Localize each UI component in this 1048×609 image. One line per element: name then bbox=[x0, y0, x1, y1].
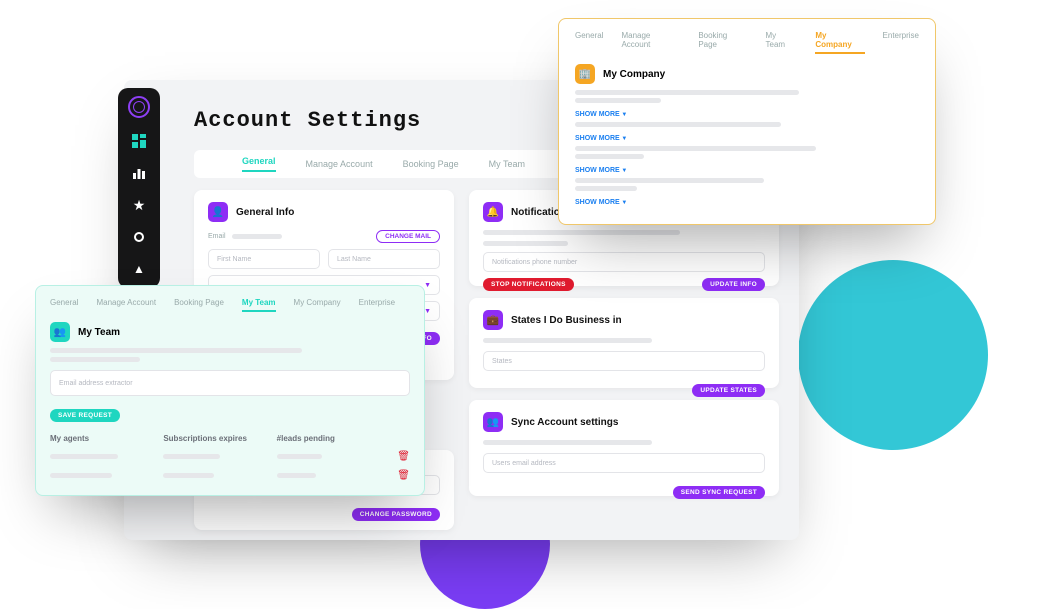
co-sk bbox=[575, 154, 644, 159]
nav-star-icon[interactable]: ★ bbox=[130, 196, 148, 214]
co-sk bbox=[575, 90, 799, 95]
sync-title: Sync Account settings bbox=[511, 417, 618, 428]
show-more-3[interactable]: SHOW MORE bbox=[575, 167, 919, 174]
states-input[interactable]: States bbox=[483, 351, 765, 371]
sync-card: 👥 Sync Account settings Users email addre… bbox=[469, 400, 779, 496]
page-title: Account Settings bbox=[194, 108, 421, 133]
notif-skeleton-2 bbox=[483, 241, 568, 246]
co-tab-enterprise[interactable]: Enterprise bbox=[883, 31, 919, 54]
co-sk bbox=[575, 186, 637, 191]
states-title: States I Do Business in bbox=[511, 315, 622, 326]
company-card-icon: 🏢 bbox=[575, 64, 595, 84]
col-leads: #leads pending bbox=[277, 434, 390, 443]
send-sync-button[interactable]: SEND SYNC REQUEST bbox=[673, 486, 765, 499]
team-tab-enterprise[interactable]: Enterprise bbox=[359, 298, 395, 312]
nav-stats-icon[interactable] bbox=[130, 164, 148, 182]
show-more-2[interactable]: SHOW MORE bbox=[575, 135, 919, 142]
company-card-title: My Company bbox=[603, 69, 665, 80]
sync-skeleton bbox=[483, 440, 652, 445]
table-row: 🗑 bbox=[50, 470, 410, 481]
team-skeleton-1 bbox=[50, 348, 302, 353]
tab-my-team[interactable]: My Team bbox=[489, 159, 525, 169]
col-subs: Subscriptions expires bbox=[163, 434, 276, 443]
team-card-icon: 👥 bbox=[50, 322, 70, 342]
team-tab-bar: General Manage Account Booking Page My T… bbox=[50, 298, 410, 312]
nav-triangle-icon[interactable]: ▲ bbox=[130, 260, 148, 278]
sync-email-input[interactable]: Users email address bbox=[483, 453, 765, 473]
col-agents: My agents bbox=[50, 434, 163, 443]
team-tab-manage[interactable]: Manage Account bbox=[96, 298, 156, 312]
team-tab-myteam[interactable]: My Team bbox=[242, 298, 276, 312]
delete-row-icon[interactable]: 🗑 bbox=[390, 470, 410, 481]
briefcase-icon: 💼 bbox=[483, 310, 503, 330]
update-states-button[interactable]: UPDATE STATES bbox=[692, 384, 765, 397]
change-mail-button[interactable]: CHANGE MAIL bbox=[376, 230, 440, 243]
show-more-4[interactable]: SHOW MORE bbox=[575, 199, 919, 206]
co-tab-booking[interactable]: Booking Page bbox=[698, 31, 747, 54]
user-icon: 👤 bbox=[208, 202, 228, 222]
company-tab-bar: General Manage Account Booking Page My T… bbox=[575, 31, 919, 54]
decor-circle-teal bbox=[798, 260, 988, 450]
team-icon: 👥 bbox=[483, 412, 503, 432]
co-tab-manage[interactable]: Manage Account bbox=[621, 31, 680, 54]
notif-phone-input[interactable]: Notifications phone number bbox=[483, 252, 765, 272]
email-extractor-input[interactable]: Email address extractor bbox=[50, 370, 410, 396]
tab-general[interactable]: General bbox=[242, 156, 276, 172]
delete-row-icon[interactable]: 🗑 bbox=[390, 451, 410, 462]
update-notif-button[interactable]: UPDATE INFO bbox=[702, 278, 765, 291]
tab-manage-account[interactable]: Manage Account bbox=[306, 159, 373, 169]
team-tab-general[interactable]: General bbox=[50, 298, 78, 312]
team-table-header: My agents Subscriptions expires #leads p… bbox=[50, 434, 410, 443]
co-tab-team[interactable]: My Team bbox=[766, 31, 798, 54]
nav-dashboard-icon[interactable] bbox=[130, 132, 148, 150]
stop-notifications-button[interactable]: STOP NOTIFICATIONS bbox=[483, 278, 574, 291]
co-tab-company[interactable]: My Company bbox=[815, 31, 864, 54]
co-tab-general[interactable]: General bbox=[575, 31, 603, 54]
notif-skeleton-1 bbox=[483, 230, 680, 235]
my-team-panel: General Manage Account Booking Page My T… bbox=[35, 285, 425, 496]
states-skeleton bbox=[483, 338, 652, 343]
my-company-panel: General Manage Account Booking Page My T… bbox=[558, 18, 936, 225]
email-label: Email bbox=[208, 233, 226, 240]
co-sk bbox=[575, 146, 816, 151]
email-value bbox=[232, 234, 282, 239]
logo-icon[interactable] bbox=[128, 96, 150, 118]
table-row: 🗑 bbox=[50, 451, 410, 462]
first-name-input[interactable]: First Name bbox=[208, 249, 320, 269]
sidebar: ★ ▲ bbox=[118, 88, 160, 288]
states-card: 💼States I Do Business in States UPDATE S… bbox=[469, 298, 779, 388]
team-card-title: My Team bbox=[78, 327, 120, 338]
team-skeleton-2 bbox=[50, 357, 140, 362]
co-sk bbox=[575, 98, 661, 103]
last-name-input[interactable]: Last Name bbox=[328, 249, 440, 269]
bell-icon: 🔔 bbox=[483, 202, 503, 222]
change-password-button[interactable]: CHANGE PASSWORD bbox=[352, 508, 440, 521]
co-sk bbox=[575, 178, 764, 183]
show-more-1[interactable]: SHOW MORE bbox=[575, 111, 919, 118]
nav-circle-icon[interactable] bbox=[130, 228, 148, 246]
team-tab-booking[interactable]: Booking Page bbox=[174, 298, 224, 312]
save-request-button[interactable]: SAVE REQUEST bbox=[50, 409, 120, 422]
co-sk bbox=[575, 122, 781, 127]
tab-booking-page[interactable]: Booking Page bbox=[403, 159, 459, 169]
team-tab-company[interactable]: My Company bbox=[294, 298, 341, 312]
general-info-title: General Info bbox=[236, 207, 294, 218]
